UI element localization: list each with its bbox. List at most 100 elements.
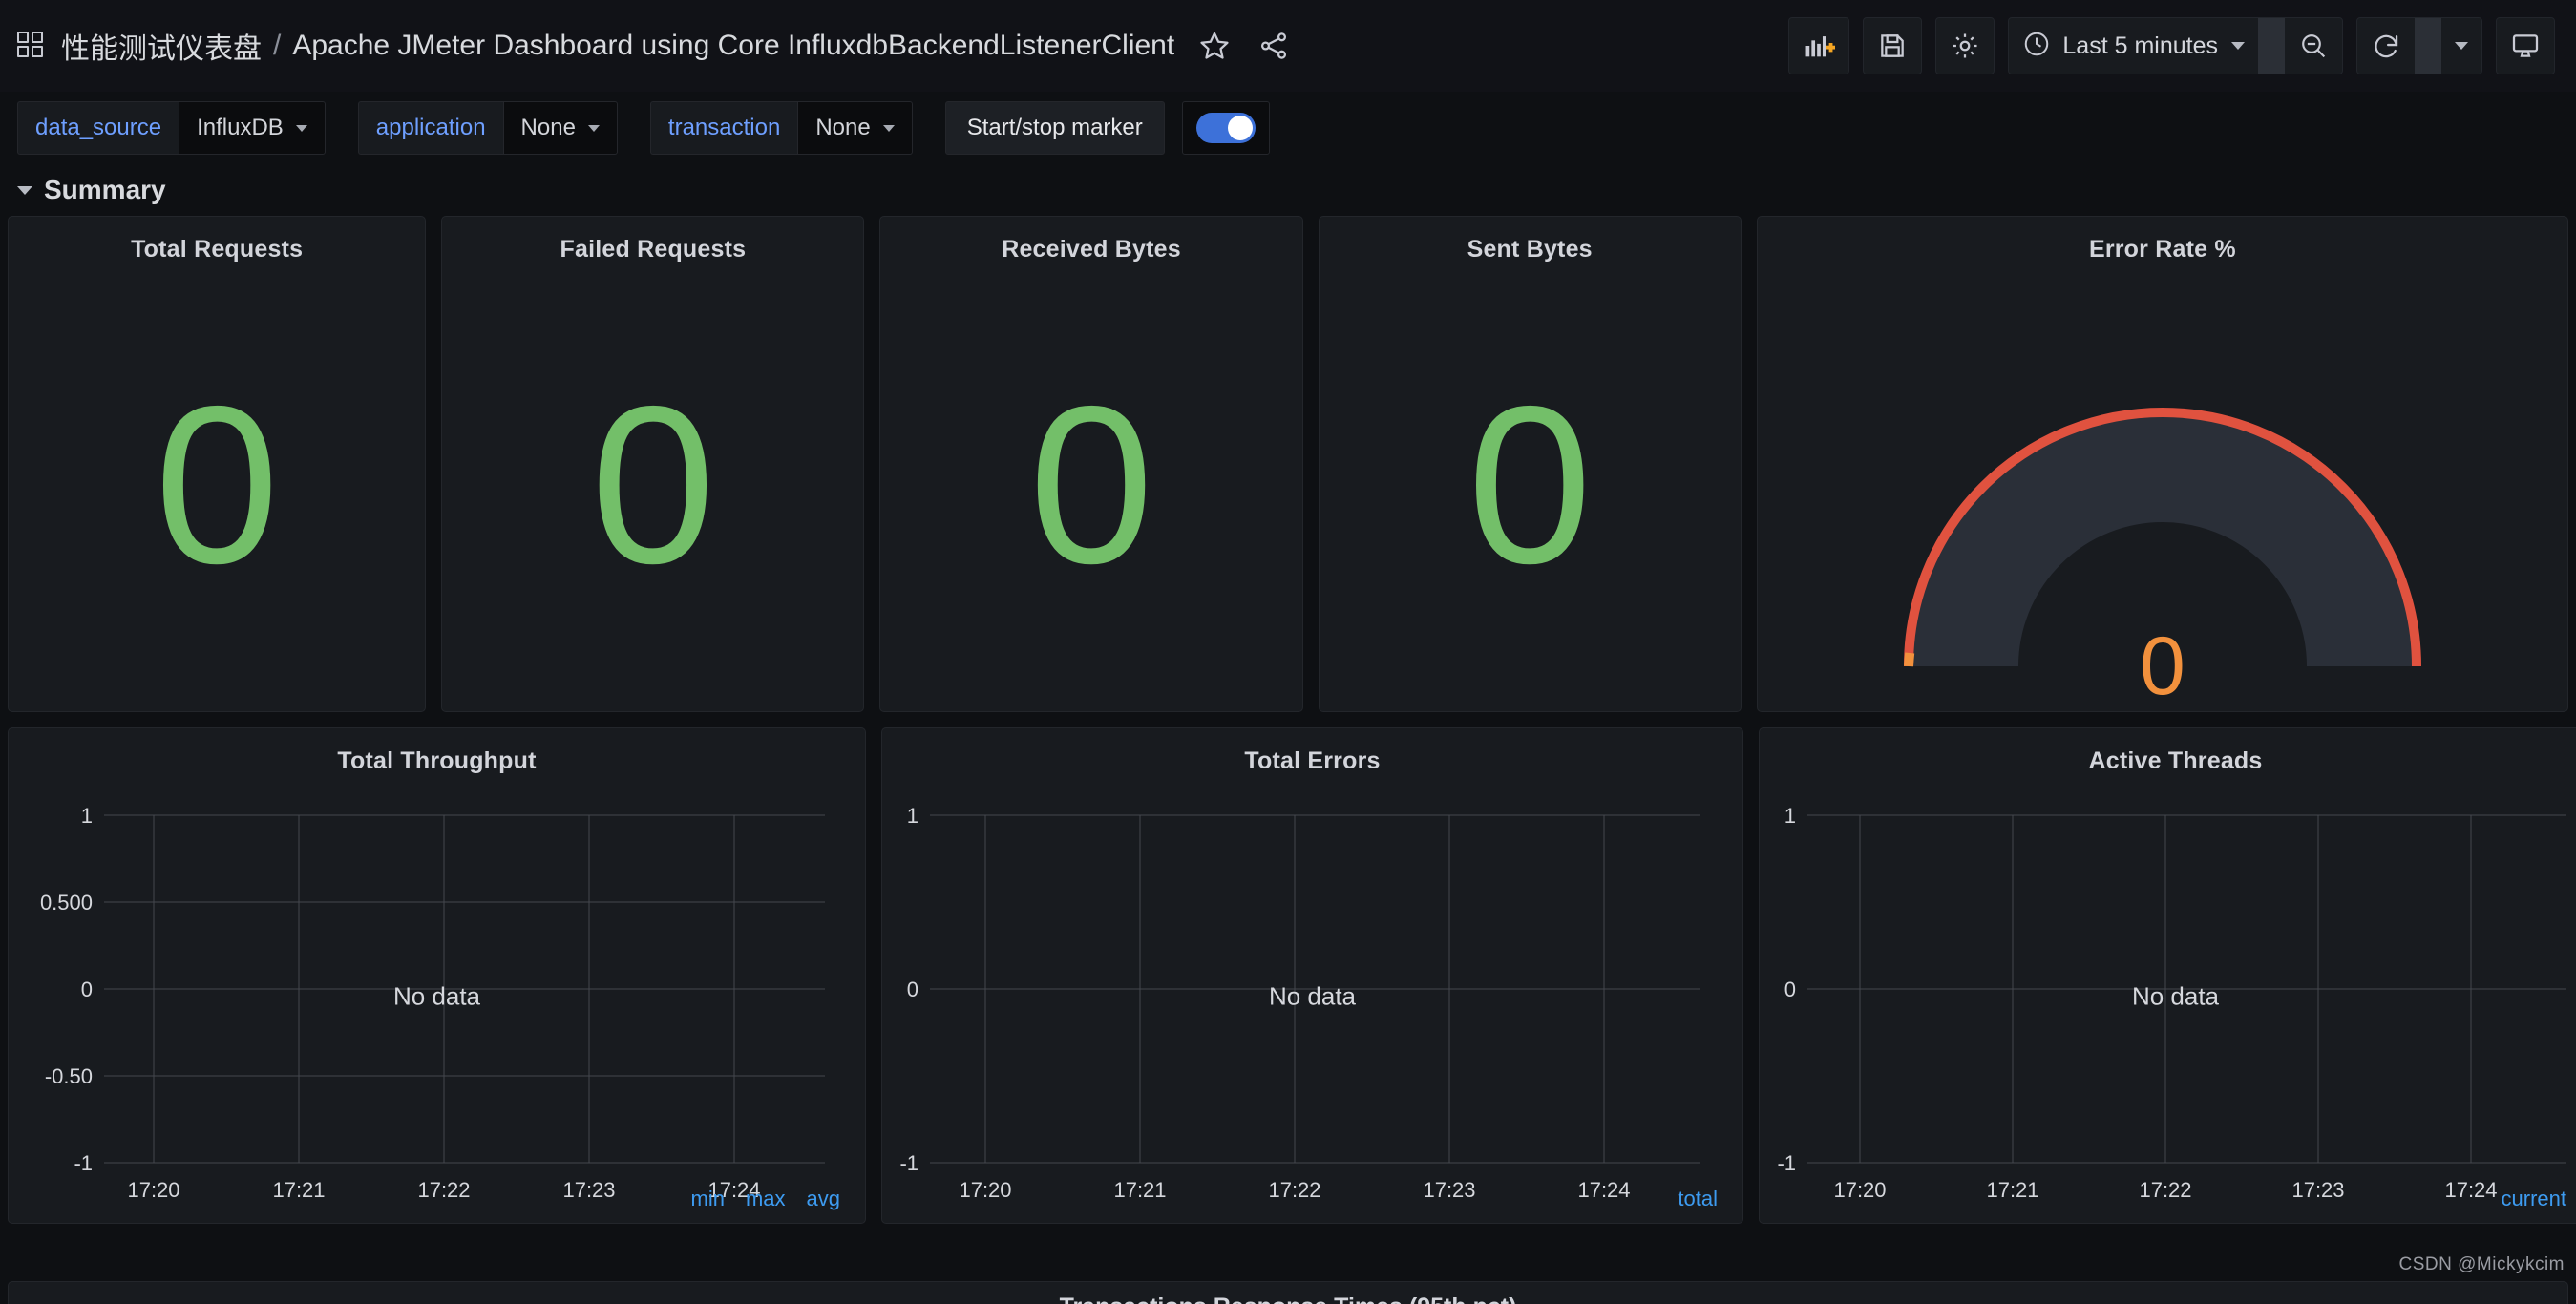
variable-label: application	[357, 101, 503, 155]
panel-row-summary-graphs: Total Throughput 1 0.500 0 -0.50 -1 17:2…	[0, 727, 2576, 1224]
panel-body: 1 0.500 0 -0.50 -1 17:20 17:21 17:22 17:…	[9, 775, 865, 1223]
page-title[interactable]: Apache JMeter Dashboard using Core Influ…	[292, 30, 1174, 62]
refresh-interval-chevron-down-icon[interactable]	[2441, 18, 2481, 74]
x-tick: 17:24	[1577, 1178, 1630, 1202]
chevron-down-icon	[2231, 42, 2245, 50]
panel-body: 0	[880, 263, 1301, 711]
toggle-switch[interactable]	[1195, 113, 1256, 143]
x-tick: 17:22	[2139, 1178, 2191, 1202]
panel-row-summary-stats: Total Requests 0 Failed Requests 0 Recei…	[0, 216, 2576, 712]
add-panel-icon[interactable]	[1788, 17, 1850, 74]
refresh-icon[interactable]	[2357, 18, 2415, 74]
x-axis-ticks: 17:20 17:21 17:22 17:23 17:24	[959, 1178, 1630, 1202]
dashboards-grid-icon[interactable]	[17, 32, 46, 60]
variable-select[interactable]: None	[502, 101, 618, 155]
panel-title: Total Throughput	[337, 747, 537, 774]
panel-title: Total Requests	[131, 236, 304, 263]
start-stop-marker-label[interactable]: Start/stop marker	[944, 101, 1165, 155]
variable-select[interactable]: InfluxDB	[179, 101, 326, 155]
y-tick: 0	[1784, 978, 1796, 1001]
gear-icon[interactable]	[1935, 17, 1995, 74]
y-tick: -0.50	[45, 1064, 93, 1088]
x-tick: 17:21	[272, 1178, 325, 1202]
panel-title: Transactions Response Times (95th pct)	[1060, 1293, 1517, 1304]
legend-item-avg[interactable]: avg	[807, 1187, 840, 1211]
panel-title: Received Bytes	[1002, 236, 1181, 263]
row-header-summary[interactable]: Summary	[0, 164, 2576, 216]
x-tick: 17:23	[2291, 1178, 2344, 1202]
panel-total-errors[interactable]: Total Errors 1 0 -1 17:20 17:21 17:22 17…	[881, 727, 1743, 1224]
y-axis-ticks: 1 0 -1	[1777, 804, 1796, 1175]
panel-body: 0	[9, 263, 425, 711]
x-tick: 17:22	[1268, 1178, 1320, 1202]
timeseries-plot[interactable]: 1 0 -1 17:20 17:21 17:22 17:23 17:24	[882, 775, 1744, 1214]
clock-icon	[2022, 30, 2051, 63]
share-icon[interactable]	[1255, 27, 1293, 65]
chevron-down-icon	[295, 124, 307, 132]
y-tick: 0	[81, 978, 93, 1001]
template-variables-bar: data_source InfluxDB application None tr…	[0, 92, 2576, 164]
panel-active-threads[interactable]: Active Threads 1 0 -1 17:20 17:21 17:22 …	[1759, 727, 2576, 1224]
legend-item-total[interactable]: total	[1678, 1187, 1718, 1211]
variable-value: None	[520, 115, 576, 140]
gauge-value: 0	[2139, 620, 2185, 712]
panel-failed-requests[interactable]: Failed Requests 0	[441, 216, 865, 712]
breadcrumb-separator: /	[273, 30, 282, 61]
breadcrumb-folder[interactable]: 性能测试仪表盘	[61, 25, 262, 67]
time-range-label: Last 5 minutes	[2062, 32, 2218, 59]
panel-sent-bytes[interactable]: Sent Bytes 0	[1318, 216, 1742, 712]
divider	[2415, 18, 2441, 74]
x-axis-ticks: 17:20 17:21 17:22 17:23 17:24	[1833, 1178, 2497, 1202]
timeseries-plot[interactable]: 1 0.500 0 -0.50 -1 17:20 17:21 17:22 17:…	[9, 775, 867, 1214]
time-range-button[interactable]: Last 5 minutes	[2009, 18, 2258, 74]
start-stop-marker-toggle[interactable]	[1181, 101, 1270, 155]
divider	[2258, 18, 2285, 74]
variable-label: data_source	[17, 101, 179, 155]
chevron-down-icon	[882, 124, 895, 132]
panel-body: 1 0 -1 17:20 17:21 17:22 17:23 17:24 No …	[882, 775, 1742, 1223]
variable-application: application None	[357, 101, 618, 155]
x-tick: 17:21	[1986, 1178, 2038, 1202]
stat-value: 0	[1028, 359, 1154, 610]
time-range-picker[interactable]: Last 5 minutes	[2008, 17, 2343, 74]
panel-received-bytes[interactable]: Received Bytes 0	[879, 216, 1303, 712]
legend: current	[2502, 1187, 2566, 1211]
next-row-clipped: Transactions Response Times (95th pct)	[0, 1260, 2576, 1304]
panel-error-rate[interactable]: Error Rate % 0	[1756, 216, 2568, 712]
variable-label: transaction	[649, 101, 798, 155]
panel-total-throughput[interactable]: Total Throughput 1 0.500 0 -0.50 -1 17:2…	[8, 727, 866, 1224]
timeseries-plot[interactable]: 1 0 -1 17:20 17:21 17:22 17:23 17:24	[1760, 775, 2576, 1214]
save-dashboard-icon[interactable]	[1863, 17, 1923, 74]
y-axis-ticks: 1 0 -1	[899, 804, 918, 1175]
gridlines	[930, 814, 1700, 1164]
top-navigation-bar: 性能测试仪表盘 / Apache JMeter Dashboard using …	[0, 0, 2576, 92]
variable-value: InfluxDB	[197, 115, 284, 140]
panel-total-requests[interactable]: Total Requests 0	[8, 216, 427, 712]
panel-body: 0	[1758, 263, 2567, 711]
y-tick: 1	[1784, 804, 1796, 828]
star-icon[interactable]	[1195, 27, 1234, 65]
panel-body: 1 0 -1 17:20 17:21 17:22 17:23 17:24 No …	[1760, 775, 2576, 1223]
monitor-icon[interactable]	[2496, 17, 2555, 74]
legend-item-max[interactable]: max	[746, 1187, 786, 1211]
legend: min max avg	[691, 1187, 841, 1211]
legend-item-min[interactable]: min	[691, 1187, 725, 1211]
panel-title: Error Rate %	[2088, 236, 2236, 263]
breadcrumb: 性能测试仪表盘 / Apache JMeter Dashboard using …	[61, 25, 1174, 67]
x-tick: 17:20	[127, 1178, 179, 1202]
x-tick: 17:24	[2444, 1178, 2497, 1202]
chevron-down-icon	[17, 185, 32, 195]
panel-title: Total Errors	[1244, 747, 1381, 774]
x-tick: 17:23	[562, 1178, 615, 1202]
panel-transactions-response-times[interactable]: Transactions Response Times (95th pct)	[8, 1281, 2568, 1304]
refresh-picker[interactable]	[2356, 17, 2482, 74]
stat-value: 0	[590, 359, 716, 610]
zoom-out-icon[interactable]	[2285, 18, 2342, 74]
panel-title: Sent Bytes	[1467, 236, 1593, 263]
x-tick: 17:20	[1833, 1178, 1886, 1202]
y-tick: 0.500	[40, 891, 93, 915]
watermark: CSDN @Mickykcim	[2398, 1254, 2565, 1274]
legend-item-current[interactable]: current	[2502, 1187, 2566, 1211]
panel-body: 0	[1320, 263, 1741, 711]
variable-select[interactable]: None	[797, 101, 913, 155]
